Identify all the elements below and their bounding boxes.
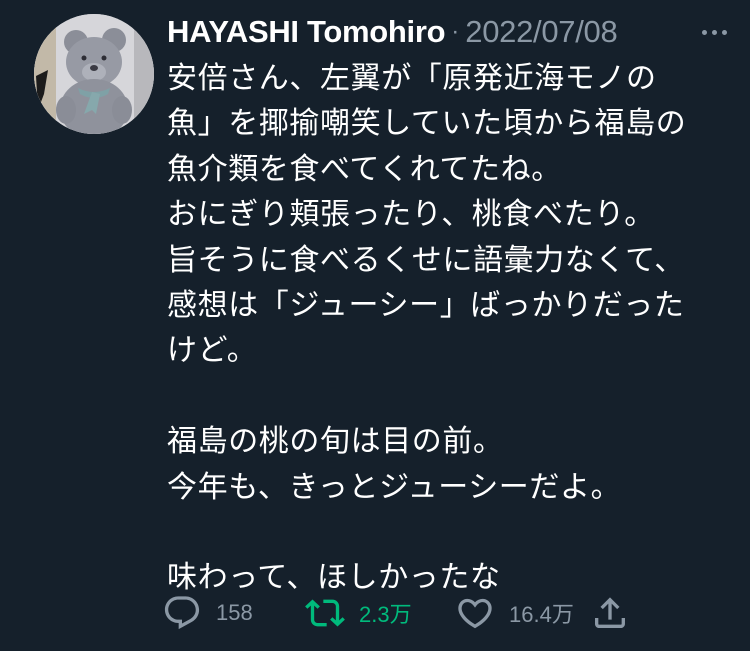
tweet-text-line: けど。: [167, 333, 258, 369]
tweet-text-line: 今年も、きっとジューシーだよ。: [167, 469, 622, 505]
heart-icon: [458, 598, 492, 629]
share-icon: [595, 597, 625, 628]
like-button[interactable]: 16.4万: [455, 593, 590, 633]
tweet-header: HAYASHI Tomohiro · 2022/07/08: [167, 10, 737, 54]
timestamp[interactable]: 2022/07/08: [465, 14, 617, 50]
tweet-text: 安倍さん、左翼が「原発近海モノの 魚」を揶揄嘲笑していた頃から福島の 魚介類を食べて…: [167, 56, 737, 601]
like-count: 16.4万: [509, 602, 574, 627]
more-horizontal-icon[interactable]: [702, 29, 727, 35]
tweet-text-line: 魚介類を食べてくれてたね。: [167, 151, 562, 187]
share-button[interactable]: [590, 593, 630, 633]
tweet: HAYASHI Tomohiro · 2022/07/08 安倍さん、左翼が「原…: [0, 0, 750, 651]
retweet-count: 2.3万: [359, 602, 412, 627]
reply-icon: [164, 596, 200, 630]
tweet-text-line: 感想は「ジューシー」ばっかりだった: [167, 288, 685, 324]
reply-count: 158: [216, 600, 253, 625]
retweet-icon: [305, 599, 345, 627]
tweet-text-line: 安倍さん、左翼が「原発近海モノの: [167, 61, 657, 96]
tweet-text-line: おにぎり頬張ったり、桃食べたり。: [167, 197, 655, 233]
tweet-text-line: 魚」を揶揄嘲笑していた頃から福島の: [167, 106, 687, 142]
retweet-button[interactable]: 2.3万: [305, 593, 455, 633]
avatar[interactable]: [34, 14, 154, 134]
teddy-bear-avatar-image: [34, 14, 154, 134]
reply-button[interactable]: 158: [162, 593, 305, 633]
tweet-text-line: 旨そうに食べるくせに語彙力なくて、: [167, 242, 685, 278]
display-name[interactable]: HAYASHI Tomohiro: [167, 14, 446, 50]
tweet-text-line: 福島の桃の旬は目の前。: [167, 424, 504, 460]
action-bar: 158 2.3万 16.4万: [162, 592, 630, 634]
header-separator: ·: [451, 18, 460, 45]
